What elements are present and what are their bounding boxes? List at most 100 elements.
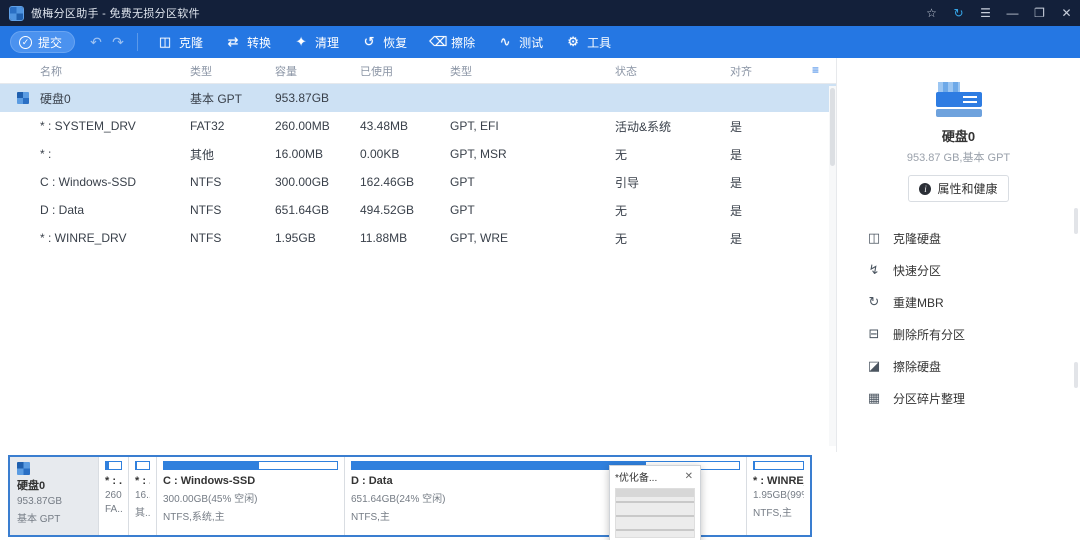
action-rebuild-mbr[interactable]: ↻ 重建MBR [837,286,1080,318]
history-controls: ↶ ↷ [85,31,129,53]
diskmap-partition-msr[interactable]: * : ... 16.... 其... [128,457,156,535]
toolbar-divider [137,33,138,51]
clean-icon: ✦ [293,34,309,50]
diskmap-disk-label[interactable]: 硬盘0 953.87GB 基本 GPT [10,457,98,535]
partition-fs: NTFS,主 [753,504,804,519]
toolbar-item-wipe[interactable]: ⌫ 擦除 [418,26,486,58]
table-header: 名称 类型 容量 已使用 类型 状态 对齐 ≡ [0,58,836,84]
toolbar-item-label: 测试 [519,34,543,51]
column-settings-icon[interactable]: ≡ [812,63,818,77]
partition-size: 1.95GB(99%... [753,490,804,501]
toolbar-item-convert[interactable]: ⇄ 转换 [214,26,282,58]
toolbar-item-clone[interactable]: ◫ 克隆 [146,26,214,58]
clone-disk-icon: ◫ [867,230,881,246]
disk-base [936,109,982,117]
scrollbar-thumb[interactable] [1074,362,1078,388]
cell-name: * : SYSTEM_DRV [20,119,170,133]
scrollbar-thumb[interactable] [1074,208,1078,234]
popup-thumbnail-image[interactable] [615,488,695,538]
action-quick-partition[interactable]: ↯ 快速分区 [837,254,1080,286]
cell-name: C : Windows-SSD [20,175,170,189]
cell-capacity: 651.64GB [255,203,340,217]
table-row-system-drv[interactable]: * : SYSTEM_DRV FAT32 260.00MB 43.48MB GP… [0,112,836,140]
toolbar-item-label: 清理 [315,34,339,51]
toolbar-item-tools[interactable]: ⚙ 工具 [554,26,622,58]
action-label: 擦除硬盘 [893,358,941,375]
action-label: 克隆硬盘 [893,230,941,247]
scrollbar-thumb[interactable] [830,88,835,166]
table-row-winre-drv[interactable]: * : WINRE_DRV NTFS 1.95GB 11.88MB GPT, W… [0,224,836,252]
quick-partition-icon: ↯ [867,262,881,278]
action-delete-all-partitions[interactable]: ⊟ 删除所有分区 [837,318,1080,350]
table-row-c-windows-ssd[interactable]: C : Windows-SSD NTFS 300.00GB 162.46GB G… [0,168,836,196]
partition-table: 名称 类型 容量 已使用 类型 状态 对齐 ≡ 硬盘0 基本 GPT 953.8… [0,58,836,452]
menu-icon[interactable]: ☰ [972,0,999,26]
header-status[interactable]: 状态 [595,63,710,79]
popup-title: *优化备... [615,469,657,484]
table-row-d-data[interactable]: D : Data NTFS 651.64GB 494.52GB GPT 无 是 [0,196,836,224]
cell-capacity: 16.00MB [255,147,340,161]
close-icon[interactable]: ✕ [683,471,695,482]
cell-used: 162.46GB [340,175,430,189]
diskmap-disk-type: 基本 GPT [17,510,91,525]
cell-status: 无 [595,146,710,163]
table-scrollbar[interactable] [829,86,836,446]
header-capacity[interactable]: 容量 [255,63,340,79]
cell-aligned: 是 [710,230,836,247]
diskmap-partition-c[interactable]: C : Windows-SSD 300.00GB(45% 空闲) NTFS,系统… [156,457,344,535]
toolbar-item-label: 工具 [587,34,611,51]
toolbar-item-test[interactable]: ∿ 测试 [486,26,554,58]
convert-icon: ⇄ [225,34,241,50]
app-logo-icon [10,7,23,20]
toolbar-item-clean[interactable]: ✦ 清理 [282,26,350,58]
update-icon[interactable]: ↻ [945,0,972,26]
header-fs-type[interactable]: 类型 [170,63,255,79]
notification-popup: *优化备... ✕ [609,465,701,540]
header-gpt-type[interactable]: 类型 [430,63,595,79]
action-defragment[interactable]: ▦ 分区碎片整理 [837,382,1080,414]
minimize-button[interactable]: — [999,0,1026,26]
rebuild-mbr-icon: ↻ [867,294,881,310]
cell-used: 494.52GB [340,203,430,217]
cell-capacity: 260.00MB [255,119,340,133]
cell-type: NTFS [170,175,255,189]
cell-status: 引导 [595,174,710,191]
favorite-star-icon[interactable]: ☆ [918,0,945,26]
wipe-icon: ⌫ [429,34,445,50]
check-circle-icon: ✓ [19,36,32,49]
app-window: 傲梅分区助手 - 免费无损分区软件 ☆ ↻ ☰ — ❐ ✕ ✓ 提交 ↶ ↷ ◫… [0,0,1080,540]
action-clone-disk[interactable]: ◫ 克隆硬盘 [837,222,1080,254]
cell-name: * : [20,147,170,161]
toolbar-item-label: 克隆 [179,34,203,51]
cell-used: 11.88MB [340,231,430,245]
header-name[interactable]: 名称 [20,63,170,79]
window-title: 傲梅分区助手 - 免费无损分区软件 [31,5,200,21]
submit-button[interactable]: ✓ 提交 [10,31,75,53]
toolbar: ✓ 提交 ↶ ↷ ◫ 克隆 ⇄ 转换 ✦ 清理 ↺ 恢复 ⌫ 擦除 ∿ [0,26,1080,58]
cell-name: D : Data [20,203,170,217]
usage-bar [135,461,150,470]
cell-status: 无 [595,230,710,247]
undo-icon[interactable]: ↶ [85,31,107,53]
toolbar-item-label: 擦除 [451,34,475,51]
partition-size: 300.00GB(45% 空闲) [163,490,338,505]
disk-body [936,92,982,107]
partition-size: 16.... [135,490,150,501]
diskmap-partition-system-drv[interactable]: * : ... 260... FA... [98,457,128,535]
main-area: 名称 类型 容量 已使用 类型 状态 对齐 ≡ 硬盘0 基本 GPT 953.8… [0,58,1080,452]
partition-size: 260... [105,490,122,501]
cell-aligned: 是 [710,202,836,219]
table-row-msr[interactable]: * : 其他 16.00MB 0.00KB GPT, MSR 无 是 [0,140,836,168]
close-button[interactable]: ✕ [1053,0,1080,26]
titlebar-controls: ☆ ↻ ☰ — ❐ ✕ [918,0,1080,26]
diskmap-partition-winre[interactable]: * : WINRE_... 1.95GB(99%... NTFS,主 [746,457,810,535]
panel-scrollbar[interactable] [1074,208,1078,388]
toolbar-item-recover[interactable]: ↺ 恢复 [350,26,418,58]
header-used[interactable]: 已使用 [340,63,430,79]
properties-health-button[interactable]: i 属性和健康 [908,175,1008,202]
redo-icon[interactable]: ↷ [107,31,129,53]
test-icon: ∿ [497,34,513,50]
table-row-disk0[interactable]: 硬盘0 基本 GPT 953.87GB [0,84,836,112]
action-wipe-disk[interactable]: ◪ 擦除硬盘 [837,350,1080,382]
maximize-button[interactable]: ❐ [1026,0,1053,26]
